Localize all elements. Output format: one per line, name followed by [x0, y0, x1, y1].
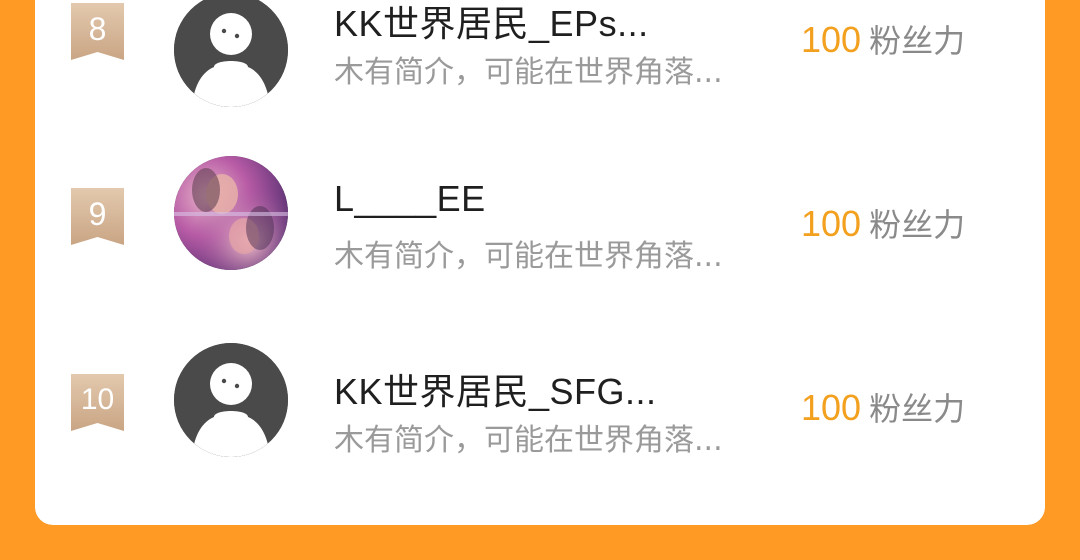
fans-count: 100: [801, 19, 862, 60]
user-bio: 木有简介，可能在世界角落...: [334, 423, 723, 458]
user-bio: 木有简介，可能在世界角落...: [334, 55, 723, 90]
avatar[interactable]: [174, 0, 288, 107]
user-name[interactable]: L____EE: [334, 178, 486, 220]
user-name[interactable]: KK世界居民_SFG...: [334, 363, 657, 415]
list-item[interactable]: 10 KK世界居民_SFG... 木有简介，可能在世界角落... 100 粉丝力: [35, 305, 1045, 458]
photo-avatar: [174, 156, 288, 270]
rank-number: 9: [88, 196, 107, 232]
rank-badge: 10: [71, 374, 124, 431]
default-avatar-icon: [174, 0, 288, 107]
avatar[interactable]: [174, 156, 288, 270]
list-item[interactable]: 8 KK世界居民_EPs... 木有简介，可能在世界角落... 100 粉丝力: [35, 0, 1045, 120]
rank-number: 8: [88, 11, 107, 47]
fans-power: 100 粉丝力: [801, 200, 965, 246]
fans-label: 粉丝力: [869, 22, 966, 60]
fans-label: 粉丝力: [869, 390, 966, 428]
fans-power: 100 粉丝力: [801, 384, 965, 430]
user-bio: 木有简介，可能在世界角落...: [334, 239, 723, 274]
avatar[interactable]: [174, 343, 288, 457]
fans-count: 100: [801, 203, 862, 244]
rank-number: 10: [80, 383, 115, 416]
fans-count: 100: [801, 387, 862, 428]
ranking-panel: 8 KK世界居民_EPs... 木有简介，可能在世界角落... 100粉丝力: [35, 0, 1045, 525]
fans-power: 100 粉丝力: [801, 16, 965, 62]
rank-badge: 8: [71, 3, 124, 60]
list-item[interactable]: 9 L____EE 木有简介，可能在世界角落... 100 粉丝力: [35, 120, 1045, 274]
default-avatar-icon: [174, 343, 288, 457]
fans-label: 粉丝力: [869, 206, 966, 244]
rank-badge: 9: [71, 188, 124, 245]
user-name[interactable]: KK世界居民_EPs...: [334, 0, 649, 47]
